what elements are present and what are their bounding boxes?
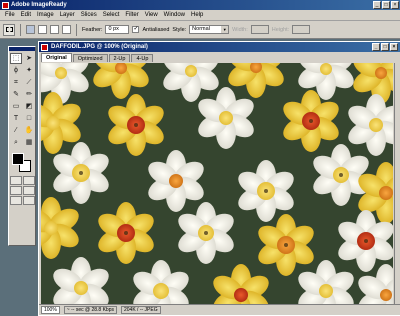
menu-layer[interactable]: Layer — [57, 12, 78, 18]
move-tool-icon[interactable]: ➤ — [23, 53, 35, 64]
menu-edit[interactable]: Edit — [18, 12, 34, 18]
marquee-tool-icon[interactable]: ⬚ — [10, 53, 22, 64]
document-window: DAFFODIL.JPG @ 100% (Original) _ □ × Ori… — [38, 41, 400, 316]
lasso-tool-icon[interactable]: ϕ — [10, 65, 22, 76]
close-button[interactable]: × — [391, 1, 399, 9]
magic-wand-tool-icon[interactable]: ✦ — [23, 65, 35, 76]
minimize-button[interactable]: _ — [373, 1, 381, 9]
vertical-scrollbar[interactable] — [394, 63, 400, 305]
width-label: Width: — [232, 26, 248, 33]
document-title-bar[interactable]: DAFFODIL.JPG @ 100% (Original) _ □ × — [39, 42, 400, 52]
antialiased-label: Antialiased — [142, 26, 170, 33]
document-icon — [41, 43, 48, 51]
divider — [20, 23, 21, 36]
daffodil-photo — [41, 63, 393, 305]
menu-slices[interactable]: Slices — [78, 12, 100, 18]
add-selection-mode[interactable] — [38, 25, 47, 34]
style-label: Style: — [172, 26, 187, 33]
screen-mode-full-button[interactable] — [23, 186, 35, 195]
feather-input[interactable]: 0 px — [105, 25, 130, 34]
eyedropper-tool-icon[interactable]: ⁄ — [10, 125, 22, 136]
tab-4-up[interactable]: 4-Up — [131, 54, 154, 62]
menu-window[interactable]: Window — [161, 12, 188, 18]
app-title: Adobe ImageReady — [11, 2, 67, 8]
pencil-tool-icon[interactable]: ✏ — [23, 89, 35, 100]
hand-tool-icon[interactable]: ✋ — [23, 125, 35, 136]
document-window-controls: _ □ × — [372, 43, 398, 51]
intersect-selection-mode[interactable] — [62, 25, 71, 34]
app-window-controls: _ □ × — [373, 1, 399, 9]
menu-image[interactable]: Image — [34, 12, 57, 18]
height-input — [292, 25, 311, 34]
app-title-bar: Adobe ImageReady _ □ × — [0, 0, 400, 10]
fill-tool-icon[interactable]: ◩ — [23, 101, 35, 112]
antialiased-checkbox[interactable]: ✓ — [132, 26, 140, 33]
subtract-selection-mode[interactable] — [50, 25, 59, 34]
document-close-button[interactable]: × — [390, 43, 398, 51]
feather-label: Feather: — [82, 26, 103, 33]
download-time[interactable]: ~ -- sec @ 28.8 Kbps — [63, 306, 117, 314]
menu-help[interactable]: Help — [188, 12, 206, 18]
crop-tool-icon[interactable]: ⌗ — [10, 77, 22, 88]
shape-tool-icon[interactable]: □ — [23, 113, 35, 124]
slice-tool-icon[interactable]: ⟋ — [23, 77, 35, 88]
document-maximize-button[interactable]: □ — [381, 43, 389, 51]
slice-visibility-button[interactable] — [23, 176, 35, 185]
color-swatches — [9, 152, 35, 174]
image-canvas[interactable] — [41, 63, 393, 305]
menu-filter[interactable]: Filter — [122, 12, 141, 18]
tool-grid: ⬚ ➤ ϕ ✦ ⌗ ⟋ ✎ ✏ ▭ ◩ T □ ⁄ ✋ ⌕ ▦ — [9, 51, 35, 150]
preview-in-browser-button[interactable] — [10, 196, 22, 205]
app-icon[interactable] — [2, 1, 9, 9]
maximize-button[interactable]: □ — [382, 1, 390, 9]
tab-2-up[interactable]: 2-Up — [108, 54, 131, 62]
marquee-icon — [5, 27, 13, 32]
new-selection-mode[interactable] — [26, 25, 35, 34]
menu-select[interactable]: Select — [100, 12, 123, 18]
jump-to-photoshop-button[interactable] — [23, 196, 35, 205]
menu-bar: File Edit Image Layer Slices Select Filt… — [0, 10, 400, 21]
chevron-down-icon: ▼ — [221, 26, 229, 33]
toggle-slices-icon[interactable]: ▦ — [23, 137, 35, 148]
foreground-color-swatch[interactable] — [12, 153, 24, 165]
options-bar: Feather: 0 px ✓ Antialiased Style: Norma… — [0, 21, 400, 39]
tab-optimized[interactable]: Optimized — [72, 54, 108, 62]
zoom-level[interactable]: 100% — [41, 306, 60, 314]
document-minimize-button[interactable]: _ — [372, 43, 380, 51]
tab-original[interactable]: Original — [41, 53, 72, 62]
width-input — [250, 25, 269, 34]
screen-mode-standard-button[interactable] — [10, 186, 22, 195]
type-tool-icon[interactable]: T — [10, 113, 22, 124]
file-size-info[interactable]: 204K / -- JPEG — [120, 306, 161, 314]
document-title: DAFFODIL.JPG @ 100% (Original) — [51, 44, 148, 50]
menu-file[interactable]: File — [2, 12, 18, 18]
divider — [76, 23, 77, 36]
style-value: Normal — [192, 26, 210, 32]
style-dropdown[interactable]: Normal ▼ — [189, 25, 230, 34]
tool-preset-picker[interactable] — [3, 23, 15, 36]
eraser-tool-icon[interactable]: ▭ — [10, 101, 22, 112]
document-status-bar: 100% ~ -- sec @ 28.8 Kbps 204K / -- JPEG — [39, 304, 400, 315]
brush-tool-icon[interactable]: ✎ — [10, 89, 22, 100]
zoom-tool-icon[interactable]: ⌕ — [10, 137, 22, 148]
toolbox-panel: ⬚ ➤ ϕ ✦ ⌗ ⟋ ✎ ✏ ▭ ◩ T □ ⁄ ✋ ⌕ ▦ — [8, 46, 36, 246]
height-label: Height: — [271, 26, 290, 33]
image-map-visibility-button[interactable] — [10, 176, 22, 185]
view-tabs: Original Optimized 2-Up 4-Up — [39, 52, 400, 62]
menu-view[interactable]: View — [142, 12, 161, 18]
mode-buttons — [9, 174, 35, 207]
